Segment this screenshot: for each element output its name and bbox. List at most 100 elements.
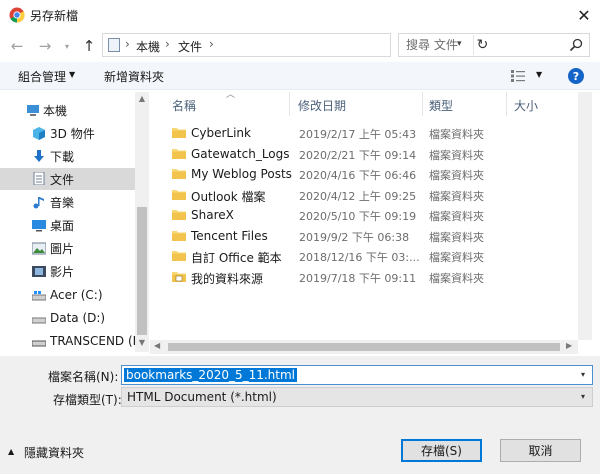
drive-icon	[32, 317, 46, 324]
sidebar-item-drive-f[interactable]: TRANSCEND (F	[0, 330, 135, 352]
hide-folders-button[interactable]: 隱藏資料夾	[24, 444, 84, 461]
file-list-vertical-scrollbar[interactable]	[578, 92, 592, 340]
file-row[interactable]: Outlook 檔案 2020/4/12 上午 09:25 檔案資料夾	[150, 185, 578, 205]
file-name: ShareX	[191, 208, 234, 222]
navigation-pane: 本機 3D 物件 下載 文件 音樂 桌面 圖片 影片 Acer (C:) Dat…	[0, 92, 150, 352]
help-icon[interactable]: ?	[568, 68, 584, 84]
breadcrumb-this-pc[interactable]: 本機	[136, 38, 160, 55]
document-location-icon	[108, 38, 120, 52]
file-type: 檔案資料夾	[429, 128, 484, 141]
back-button[interactable]: ←	[6, 36, 28, 56]
folder-icon	[172, 251, 186, 261]
sidebar-item-downloads[interactable]: 下載	[0, 145, 135, 167]
column-divider[interactable]	[289, 92, 290, 116]
chevron-up-icon[interactable]: ▲	[8, 447, 14, 456]
sidebar-item-documents[interactable]: 文件	[0, 168, 135, 190]
sidebar-item-drive-d[interactable]: Data (D:)	[0, 307, 135, 329]
file-name: CyberLink	[191, 126, 251, 140]
file-type: 檔案資料夾	[429, 272, 484, 285]
scroll-up-icon[interactable]: ▲	[135, 94, 149, 106]
sidebar-item-label: Data (D:)	[50, 311, 106, 325]
column-type[interactable]: 類型	[429, 97, 453, 114]
file-name: Gatewatch_Logs	[191, 147, 290, 161]
sidebar-item-label: Acer (C:)	[50, 288, 103, 302]
chevron-down-icon[interactable]: ▼	[536, 70, 542, 79]
search-input[interactable]	[399, 34, 564, 56]
window-title: 另存新檔	[30, 9, 79, 23]
view-options-icon[interactable]	[511, 70, 525, 82]
scrollbar-thumb[interactable]	[137, 207, 147, 335]
file-modified: 2020/4/16 下午 06:46	[299, 169, 417, 182]
cancel-button[interactable]: 取消	[500, 439, 581, 462]
file-modified: 2019/9/2 下午 06:38	[299, 231, 410, 244]
file-type: 檔案資料夾	[429, 169, 484, 182]
chevron-down-icon[interactable]: ▾	[581, 370, 585, 379]
filename-value[interactable]: bookmarks_2020_5_11.html	[124, 368, 298, 382]
sort-ascending-icon: ︿	[226, 90, 236, 100]
close-button[interactable]: ✕	[568, 0, 600, 30]
music-icon	[33, 197, 44, 209]
folder-icon	[172, 231, 186, 241]
column-modified[interactable]: 修改日期	[298, 97, 346, 114]
column-size[interactable]: 大小	[514, 97, 538, 114]
file-name: Tencent Files	[191, 229, 268, 243]
file-row[interactable]: 我的資料來源 2019/7/18 下午 09:11 檔案資料夾	[150, 267, 578, 287]
scroll-right-icon[interactable]: ▶	[566, 341, 572, 350]
sidebar-scrollbar[interactable]: ▲ ▼	[135, 92, 149, 352]
command-bar: 組合管理 ▼ 新增資料夾 ▼ ?	[0, 62, 600, 90]
file-list-horizontal-scrollbar[interactable]: ◀ ▶	[150, 340, 578, 354]
filename-label: 檔案名稱(N):	[48, 370, 119, 384]
document-icon	[33, 172, 45, 185]
file-list-header: 名稱 修改日期 類型 大小	[150, 92, 578, 116]
address-bar[interactable]: › 本機 › 文件 › ▾ ↻	[102, 33, 488, 57]
save-button[interactable]: 存檔(S)	[401, 439, 482, 462]
file-type: 檔案資料夾	[429, 231, 484, 244]
recent-locations-button[interactable]: ▾	[56, 36, 78, 56]
sidebar-item-label: 桌面	[50, 218, 75, 233]
file-type-select[interactable]: HTML Document (*.html) ▾	[121, 387, 593, 407]
sidebar-item-videos[interactable]: 影片	[0, 260, 135, 282]
forward-button[interactable]: →	[34, 36, 56, 56]
folder-icon	[172, 190, 186, 200]
file-row[interactable]: 自訂 Office 範本 2018/12/16 下午 03:... 檔案資料夾	[150, 246, 578, 266]
file-name: 我的資料來源	[191, 272, 264, 286]
folder-icon	[172, 210, 186, 220]
chevron-down-icon: ▾	[64, 41, 69, 51]
new-folder-button[interactable]: 新增資料夾	[104, 68, 164, 85]
column-divider[interactable]	[422, 92, 423, 116]
file-row[interactable]: ShareX 2020/5/10 下午 09:19 檔案資料夾	[150, 205, 578, 225]
file-row[interactable]: My Weblog Posts 2020/4/16 下午 06:46 檔案資料夾	[150, 164, 578, 184]
file-row[interactable]: CyberLink 2019/2/17 上午 05:43 檔案資料夾	[150, 123, 578, 143]
sidebar-item-label: 文件	[50, 172, 75, 187]
file-type-label: 存檔類型(T):	[53, 393, 122, 407]
column-divider[interactable]	[506, 92, 507, 116]
scroll-down-icon[interactable]: ▼	[135, 338, 149, 350]
sidebar-item-desktop[interactable]: 桌面	[0, 214, 135, 236]
folder-icon	[172, 128, 186, 138]
filename-field[interactable]: bookmarks_2020_5_11.html ▾	[121, 365, 593, 385]
save-panel: 檔案名稱(N): bookmarks_2020_5_11.html ▾ 存檔類型…	[0, 356, 600, 474]
file-row[interactable]: Gatewatch_Logs 2020/2/21 下午 09:14 檔案資料夾	[150, 144, 578, 164]
sidebar-item-music[interactable]: 音樂	[0, 191, 135, 213]
search-box[interactable]	[398, 33, 590, 57]
sidebar-item-label: 影片	[50, 264, 75, 279]
search-icon[interactable]	[569, 38, 583, 52]
sidebar-item-pictures[interactable]: 圖片	[0, 237, 135, 259]
arrow-left-icon: ←	[10, 37, 24, 55]
file-type: 檔案資料夾	[429, 190, 484, 203]
sidebar-item-3d-objects[interactable]: 3D 物件	[0, 122, 135, 144]
up-button[interactable]: ↑	[78, 36, 100, 56]
breadcrumb-documents[interactable]: 文件	[178, 38, 202, 55]
chevron-down-icon[interactable]: ▾	[581, 392, 585, 401]
sidebar-item-drive-c[interactable]: Acer (C:)	[0, 284, 135, 306]
file-modified: 2019/2/17 上午 05:43	[299, 128, 417, 141]
scrollbar-thumb[interactable]	[168, 343, 560, 351]
organize-button[interactable]: 組合管理	[18, 68, 66, 85]
cube-icon	[33, 127, 45, 140]
file-row[interactable]: Tencent Files 2019/9/2 下午 06:38 檔案資料夾	[150, 226, 578, 246]
file-name: Outlook 檔案	[191, 190, 266, 204]
column-name[interactable]: 名稱	[172, 97, 196, 114]
sidebar-item-this-pc[interactable]: 本機	[0, 99, 135, 121]
download-icon	[34, 150, 44, 162]
scroll-left-icon[interactable]: ◀	[154, 341, 160, 350]
